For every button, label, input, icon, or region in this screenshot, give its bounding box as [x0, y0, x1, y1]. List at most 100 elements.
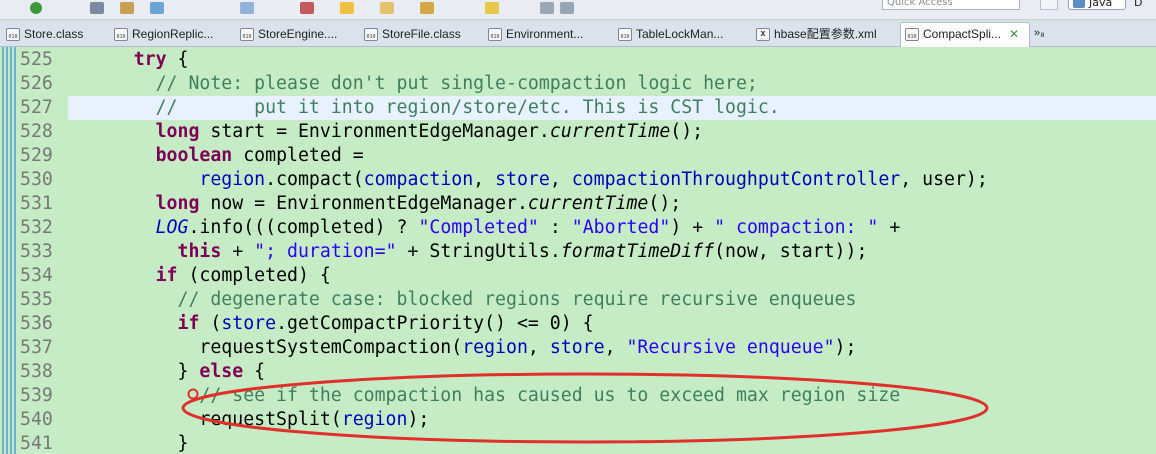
code-text[interactable]: // see if the compaction has caused us t… [68, 384, 1156, 408]
tab-table-lock-manager[interactable]: 010 TableLockMan... [614, 23, 723, 46]
code-token: { [243, 361, 266, 382]
code-token: completed = [232, 145, 364, 166]
line-number: 527 [20, 97, 53, 118]
code-line[interactable]: 530 region.compact(compaction, store, co… [0, 168, 1156, 192]
refresh-icon[interactable] [150, 2, 164, 14]
code-line[interactable]: 535 // degenerate case: blocked regions … [0, 288, 1156, 312]
quick-access-input[interactable]: Quick Access [882, 0, 1020, 10]
code-token: , [527, 337, 550, 358]
code-text[interactable]: } else { [68, 360, 1156, 384]
code-text[interactable]: long start = EnvironmentEdgeManager.curr… [68, 120, 1156, 144]
search-icon[interactable] [120, 2, 134, 14]
back-icon[interactable] [540, 2, 554, 14]
code-text[interactable]: if (store.getCompactPriority() <= 0) { [68, 312, 1156, 336]
annotation-icon[interactable] [340, 2, 354, 14]
code-text[interactable]: if (completed) { [68, 264, 1156, 288]
line-number: 535 [20, 289, 53, 310]
tab-label: hbase配置参数.xml [774, 27, 877, 41]
code-line[interactable]: 533 this + "; duration=" + StringUtils.f… [0, 240, 1156, 264]
open-type-icon[interactable] [240, 2, 254, 14]
code-token: currentTime [549, 121, 671, 142]
java-code-editor[interactable]: 525 try {526 // Note: please don't put s… [0, 47, 1156, 454]
tab-overflow-button[interactable]: »₈ [1034, 27, 1045, 39]
code-token: (); [670, 121, 704, 142]
tab-label: TableLockMan... [636, 27, 724, 41]
line-number: 537 [20, 337, 53, 358]
code-line[interactable]: 539 // see if the compaction has caused … [0, 384, 1156, 408]
code-token: formatTimeDiff [560, 241, 715, 262]
code-token: store [549, 337, 605, 358]
code-text[interactable]: boolean completed = [68, 144, 1156, 168]
code-line[interactable]: 525 try { [0, 48, 1156, 72]
code-token: LOG [155, 217, 189, 238]
code-text[interactable]: this + "; duration=" + StringUtils.forma… [68, 240, 1156, 264]
code-text[interactable]: // degenerate case: blocked regions requ… [68, 288, 1156, 312]
tab-compact-split-thread[interactable]: 010 CompactSpli... ✕ [900, 22, 1030, 47]
code-text[interactable]: // put it into region/store/etc. This is… [68, 96, 1156, 120]
code-token: start = EnvironmentEdgeManager. [199, 121, 550, 142]
code-line[interactable]: 536 if (store.getCompactPriority() <= 0)… [0, 312, 1156, 336]
line-number: 528 [20, 121, 53, 142]
code-token: region [462, 337, 528, 358]
debug-icon[interactable] [90, 2, 104, 14]
code-token: ( [199, 313, 222, 334]
line-number: 529 [20, 145, 53, 166]
code-text[interactable]: // Note: please don't put single-compact… [68, 72, 1156, 96]
code-line[interactable]: 532 LOG.info(((completed) ? "Completed" … [0, 216, 1156, 240]
line-number: 536 [20, 313, 53, 334]
run-icon[interactable] [30, 2, 42, 14]
code-token: .compact( [265, 169, 364, 190]
code-text[interactable]: requestSplit(region); [68, 408, 1156, 432]
code-token: "Recursive enqueue" [626, 337, 835, 358]
code-token: this [177, 241, 222, 262]
code-text[interactable]: LOG.info(((completed) ? "Completed" : "A… [68, 216, 1156, 240]
close-icon[interactable]: ✕ [1009, 27, 1019, 41]
tab-hbase-config-xml[interactable]: x hbase配置参数.xml [752, 23, 877, 46]
class-file-icon: 010 [905, 28, 919, 41]
code-text[interactable]: requestSystemCompaction(region, store, "… [68, 336, 1156, 360]
code-line[interactable]: 526 // Note: please don't put single-com… [0, 72, 1156, 96]
code-token: (now, start)); [714, 241, 868, 262]
code-line[interactable]: 534 if (completed) { [0, 264, 1156, 288]
code-text[interactable]: } [68, 432, 1156, 454]
tab-label: RegionReplic... [132, 27, 214, 41]
code-line[interactable]: 528 long start = EnvironmentEdgeManager.… [0, 120, 1156, 144]
debug-perspective-label[interactable]: D [1134, 0, 1142, 9]
tab-store-class[interactable]: 010 Store.class [2, 23, 83, 46]
tab-store-engine[interactable]: 010 StoreEngine.... [236, 23, 337, 46]
code-line[interactable]: 537 requestSystemCompaction(region, stor… [0, 336, 1156, 360]
code-text[interactable]: region.compact(compaction, store, compac… [68, 168, 1156, 192]
code-line[interactable]: 529 boolean completed = [0, 144, 1156, 168]
code-line[interactable]: 540 requestSplit(region); [0, 408, 1156, 432]
code-text[interactable]: try { [68, 48, 1156, 72]
pointer-icon[interactable] [485, 2, 499, 14]
java-perspective-button[interactable]: Java [1068, 0, 1126, 10]
code-token: (); [648, 193, 682, 214]
tab-region-replica[interactable]: 010 RegionReplic... [110, 23, 213, 46]
code-token: requestSystemCompaction( [68, 337, 463, 358]
line-number: 531 [20, 193, 53, 214]
code-token: region [341, 409, 408, 430]
code-token: else [199, 361, 244, 382]
code-token: region [199, 169, 266, 190]
open-perspective-button[interactable] [1040, 0, 1058, 10]
open-task-icon[interactable] [300, 2, 314, 14]
code-token: "Completed" [418, 217, 539, 238]
code-line[interactable]: 527 // put it into region/store/etc. Thi… [0, 96, 1156, 120]
code-line[interactable]: 538 } else { [0, 360, 1156, 384]
code-text[interactable]: long now = EnvironmentEdgeManager.curren… [68, 192, 1156, 216]
code-line[interactable]: 541 } [0, 432, 1156, 454]
forward-icon[interactable] [560, 2, 574, 14]
tab-environment[interactable]: 010 Environment... [484, 23, 583, 46]
folder-icon[interactable] [380, 2, 394, 14]
edit-icon[interactable] [420, 2, 434, 14]
code-token: (completed) { [177, 265, 331, 286]
tab-store-file[interactable]: 010 StoreFile.class [360, 23, 461, 46]
code-line[interactable]: 531 long now = EnvironmentEdgeManager.cu… [0, 192, 1156, 216]
